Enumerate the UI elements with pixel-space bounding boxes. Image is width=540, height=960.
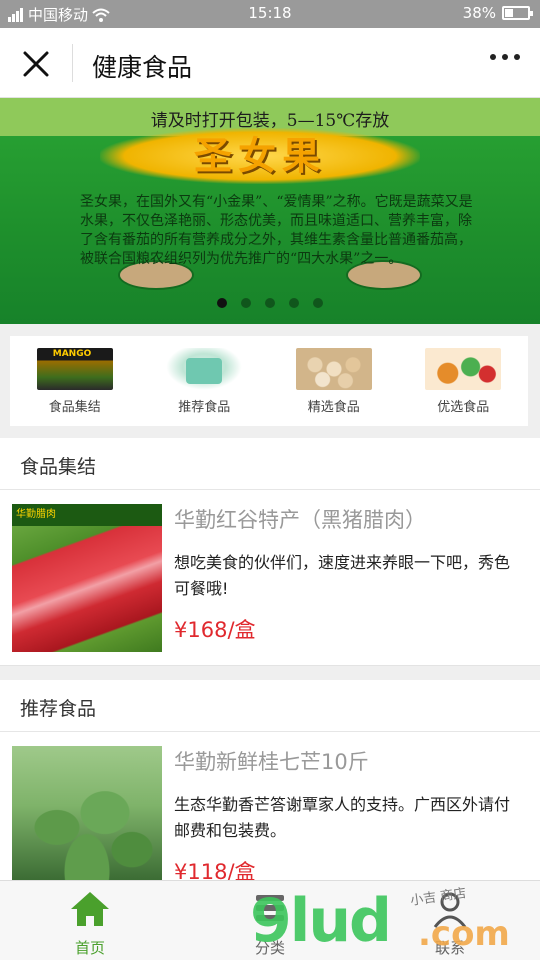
dish-icon (425, 347, 502, 390)
banner-brand: 圣女果 (100, 128, 420, 184)
product-description: 生态华勤香芒答谢覃家人的支持。广西区外请付邮费和包装费。 (174, 795, 511, 840)
mango-box-icon (36, 347, 113, 390)
category-bar: 食品集结 推荐食品 精选食品 优选食品 (10, 336, 528, 426)
category-item-preferred[interactable]: 优选食品 (413, 347, 513, 415)
yogurt-icon (166, 347, 243, 390)
banner-paragraph: 圣女果，在国外又有“小金果”、“爱情果”之称。它既是蔬菜又是水果，不仅色泽艳丽、… (80, 194, 473, 267)
bottom-tab-bar: 首页 分类 联系 (0, 880, 540, 960)
more-menu-icon[interactable] (490, 54, 520, 60)
section-header-recommended: 推荐食品 (0, 680, 540, 732)
home-icon (71, 892, 109, 926)
section-title: 推荐食品 (20, 698, 97, 720)
carousel-dot[interactable] (265, 298, 275, 308)
status-bar: 中国移动 15:18 38% (0, 0, 540, 28)
tab-home[interactable]: 首页 (0, 881, 180, 960)
carousel-dot[interactable] (313, 298, 323, 308)
tab-label: 联系 (434, 939, 465, 957)
more-dot (490, 54, 496, 60)
product-description: 想吃美食的伙伴们，速度进来养眼一下吧，秀色可餐哦! (174, 553, 511, 598)
section-header-food-collection: 食品集结 (0, 438, 540, 490)
category-label: 优选食品 (437, 399, 490, 415)
category-item-selected[interactable]: 精选食品 (284, 347, 384, 415)
page-title: 健康食品 (92, 53, 193, 82)
tab-label: 分类 (254, 939, 285, 957)
banner-carousel[interactable]: 请及时打开包装，5—15℃存放 圣女果 圣女果，在国外又有“小金果”、“爱情果”… (0, 98, 540, 324)
product-image-cured-pork: 华勤腊肉 (12, 504, 162, 652)
close-icon[interactable] (20, 48, 52, 80)
product-image-mango (12, 746, 162, 894)
product-image-tag: 华勤腊肉 (12, 504, 162, 526)
eggs-icon (295, 347, 372, 390)
product-name: 华勤新鲜桂七芒10斤 (174, 750, 369, 774)
carousel-dot[interactable] (289, 298, 299, 308)
status-time: 15:18 (248, 4, 292, 22)
carousel-dots[interactable] (0, 298, 540, 308)
carousel-dot[interactable] (241, 298, 251, 308)
category-label: 精选食品 (307, 399, 360, 415)
more-dot (502, 54, 508, 60)
battery-percent: 38% (462, 4, 496, 22)
category-label: 推荐食品 (178, 399, 231, 415)
section-title: 食品集结 (20, 456, 97, 478)
tab-contact[interactable]: 联系 (360, 881, 540, 960)
product-price: ¥168/盒 (174, 618, 256, 642)
battery-fill (505, 9, 513, 17)
category-item-food-collection[interactable]: 食品集结 (25, 347, 125, 415)
product-card-cured-pork[interactable]: 华勤腊肉 华勤红谷特产（黑猪腊肉） 想吃美食的伙伴们，速度进来养眼一下吧，秀色可… (0, 490, 540, 666)
nav-divider (72, 44, 73, 82)
nav-bar: 健康食品 (0, 28, 540, 98)
category-label: 食品集结 (48, 399, 101, 415)
more-dot (514, 54, 520, 60)
status-right: 38% (462, 4, 533, 22)
tab-label: 首页 (74, 939, 105, 957)
carousel-dot[interactable] (217, 298, 227, 308)
category-item-recommended[interactable]: 推荐食品 (154, 347, 254, 415)
contact-icon (433, 892, 467, 928)
tab-category[interactable]: 分类 (180, 881, 360, 960)
product-name: 华勤红谷特产（黑猪腊肉） (174, 508, 426, 532)
category-icon (256, 895, 284, 921)
battery-icon (502, 6, 533, 20)
